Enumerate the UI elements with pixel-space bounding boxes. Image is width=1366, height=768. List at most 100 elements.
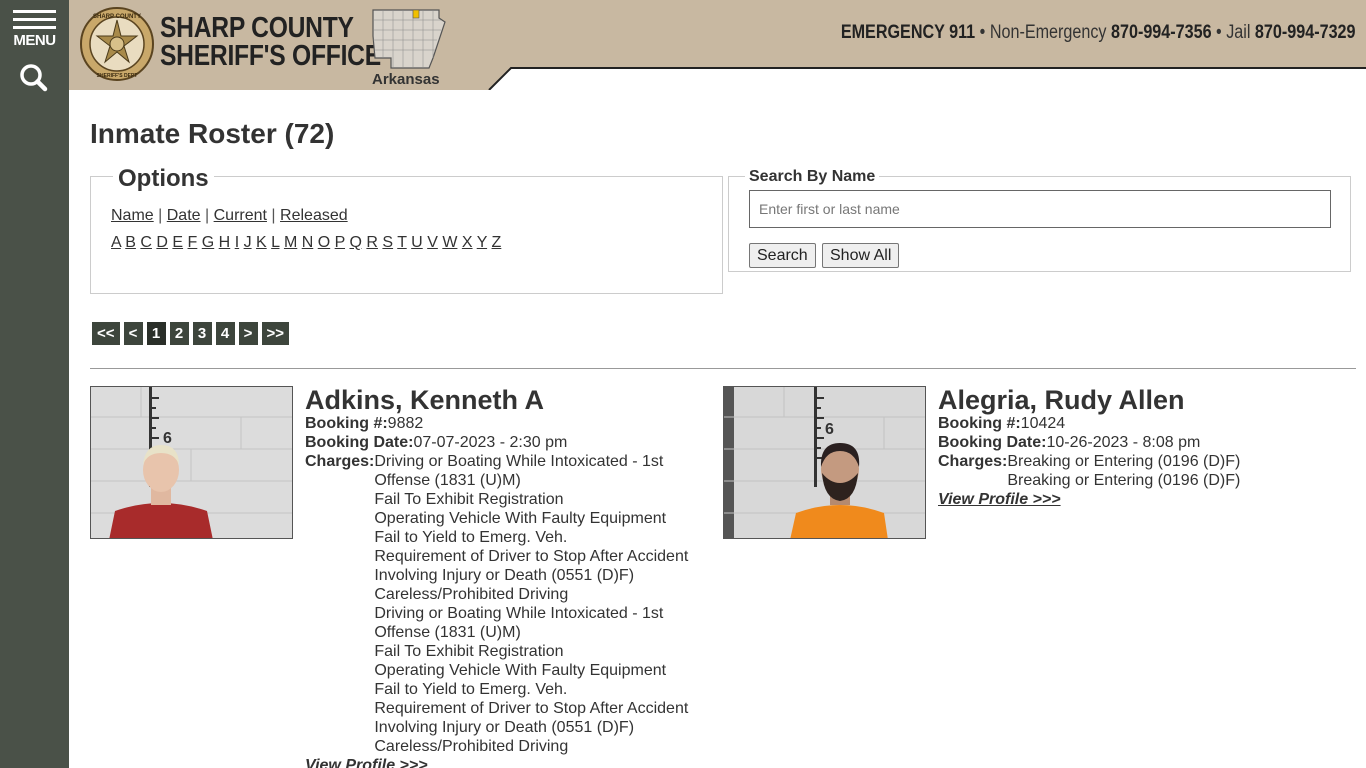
booking-number: 9882 — [387, 415, 424, 432]
booking-number-label: Booking #: — [305, 415, 388, 432]
show-all-button[interactable]: Show All — [822, 243, 900, 268]
page-2-button[interactable]: 2 — [169, 322, 189, 345]
charge-item: Breaking or Entering (0196 (D)F) — [1007, 453, 1241, 470]
charge-item: Fail To Exhibit Registration — [374, 643, 564, 660]
charge-item: Careless/Prohibited Driving — [374, 586, 569, 603]
inmate-name[interactable]: Adkins, Kenneth A — [305, 386, 705, 414]
letter-link-c[interactable]: C — [140, 234, 152, 251]
search-input[interactable] — [749, 190, 1331, 228]
letter-link-p[interactable]: P — [335, 234, 345, 251]
booking-date-row: Booking Date:10-26-2023 - 8:08 pm — [938, 433, 1338, 452]
charge-item: Careless/Prohibited Driving — [374, 738, 569, 755]
separator: • — [975, 22, 991, 43]
booking-date: 10-26-2023 - 8:08 pm — [1046, 434, 1201, 451]
search-icon[interactable] — [16, 62, 52, 94]
letter-link-o[interactable]: O — [318, 234, 330, 251]
non-emergency-label: Non-Emergency — [990, 22, 1107, 43]
sort-by-date-link[interactable]: Date — [167, 207, 201, 224]
letter-link-e[interactable]: E — [172, 234, 183, 251]
charge-item: Operating Vehicle With Faulty Equipment — [374, 510, 667, 527]
letter-link-h[interactable]: H — [219, 234, 231, 251]
charge-item: Driving or Boating While Intoxicated - 1… — [374, 453, 664, 489]
page-4-button[interactable]: 4 — [215, 322, 235, 345]
inmate-name[interactable]: Alegria, Rudy Allen — [938, 386, 1338, 414]
svg-text:SHERIFF'S DEPT: SHERIFF'S DEPT — [97, 73, 138, 79]
booking-number: 10424 — [1020, 415, 1066, 432]
jail-number[interactable]: 870-994-7329 — [1255, 22, 1356, 43]
svg-text:6: 6 — [825, 421, 834, 438]
letter-link-w[interactable]: W — [442, 234, 457, 251]
letter-link-l[interactable]: L — [271, 234, 279, 251]
booking-date-row: Booking Date:07-07-2023 - 2:30 pm — [305, 433, 705, 452]
charge-item: Breaking or Entering (0196 (D)F) — [1007, 472, 1241, 489]
pagination: << < 1 2 3 4 > >> — [92, 322, 290, 345]
state-name: Arkansas — [372, 71, 440, 88]
prev-page-button[interactable]: < — [123, 322, 143, 345]
letter-link-b[interactable]: B — [125, 234, 136, 251]
first-page-button[interactable]: << — [92, 322, 120, 345]
letter-link-r[interactable]: R — [366, 234, 378, 251]
sort-by-name-link[interactable]: Name — [111, 207, 154, 224]
page-3-button[interactable]: 3 — [192, 322, 212, 345]
letter-link-g[interactable]: G — [202, 234, 214, 251]
separator: • — [1212, 22, 1227, 43]
hamburger-icon — [13, 10, 56, 13]
letter-link-i[interactable]: I — [235, 234, 239, 251]
site-title[interactable]: SHARP COUNTY SHERIFF'S OFFICE — [160, 12, 381, 72]
booking-date-label: Booking Date: — [938, 434, 1047, 451]
letter-link-x[interactable]: X — [462, 234, 473, 251]
svg-text:SHARP COUNTY: SHARP COUNTY — [93, 14, 141, 20]
menu-label: MENU — [13, 32, 56, 49]
charges-label: Charges: — [938, 453, 1008, 470]
contact-line: EMERGENCY 911 • Non-Emergency 870-994-73… — [841, 22, 1356, 44]
alphabet-links: A B C D E F G H I J K L M N O P Q R S T … — [111, 234, 501, 252]
site-title-line1: SHARP COUNTY — [160, 12, 354, 44]
site-title-line2: SHERIFF'S OFFICE — [160, 40, 381, 72]
sheriff-seal-logo[interactable]: SHARP COUNTY SHERIFF'S DEPT — [79, 6, 155, 82]
letter-link-m[interactable]: M — [284, 234, 297, 251]
letter-link-t[interactable]: T — [397, 234, 406, 251]
letter-link-v[interactable]: V — [427, 234, 438, 251]
letter-link-s[interactable]: S — [382, 234, 393, 251]
options-legend: Options — [113, 165, 214, 193]
menu-button[interactable]: MENU — [0, 0, 69, 58]
filter-current-link[interactable]: Current — [214, 207, 267, 224]
options-panel: Options Name | Date | Current | Released… — [90, 165, 723, 294]
filter-released-link[interactable]: Released — [280, 207, 348, 224]
mugshot-photo[interactable]: 6 — [723, 386, 926, 539]
letter-link-u[interactable]: U — [411, 234, 423, 251]
search-button[interactable]: Search — [749, 243, 816, 268]
letter-link-n[interactable]: N — [302, 234, 314, 251]
arkansas-map-icon — [369, 6, 447, 72]
letter-link-d[interactable]: D — [156, 234, 168, 251]
letter-link-z[interactable]: Z — [492, 234, 502, 251]
view-profile-link[interactable]: View Profile >>> — [938, 490, 1338, 509]
letter-link-y[interactable]: Y — [477, 234, 487, 251]
charges-row: Charges: Driving or Boating While Intoxi… — [305, 452, 705, 756]
charges-label: Charges: — [305, 453, 375, 470]
jail-label: Jail — [1226, 22, 1251, 43]
letter-link-q[interactable]: Q — [349, 234, 361, 251]
letter-link-k[interactable]: K — [256, 234, 267, 251]
last-page-button[interactable]: >> — [261, 322, 290, 345]
letter-link-a[interactable]: A — [111, 234, 121, 251]
non-emergency-number[interactable]: 870-994-7356 — [1111, 22, 1212, 43]
charge-list: Driving or Boating While Intoxicated - 1… — [374, 452, 694, 756]
booking-number-row: Booking #:9882 — [305, 414, 705, 433]
svg-text:6: 6 — [163, 430, 172, 447]
hamburger-icon-line — [13, 26, 56, 29]
letter-link-j[interactable]: J — [244, 234, 252, 251]
page-title: Inmate Roster (72) — [90, 118, 335, 149]
charge-list: Breaking or Entering (0196 (D)F) Breaking… — [1007, 452, 1327, 490]
mugshot-photo[interactable]: 6 — [90, 386, 293, 539]
letter-link-f[interactable]: F — [188, 234, 198, 251]
view-profile-link[interactable]: View Profile >>> — [305, 756, 705, 768]
hamburger-icon-line — [13, 18, 56, 21]
booking-date-label: Booking Date: — [305, 434, 414, 451]
search-legend: Search By Name — [745, 168, 880, 186]
booking-date: 07-07-2023 - 2:30 pm — [413, 434, 568, 451]
charge-item: Fail to Yield to Emerg. Veh. — [374, 681, 568, 698]
page-1-button[interactable]: 1 — [146, 322, 166, 345]
next-page-button[interactable]: > — [238, 322, 258, 345]
charge-item: Requirement of Driver to Stop After Acci… — [374, 548, 689, 584]
